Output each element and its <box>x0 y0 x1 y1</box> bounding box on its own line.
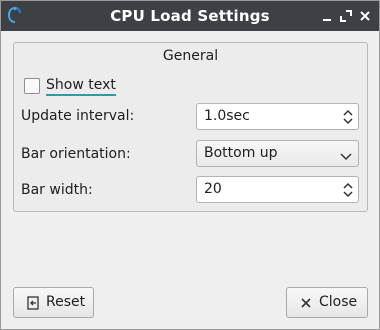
bar-orientation-label: Bar orientation: <box>21 146 131 162</box>
reset-button[interactable]: Reset <box>13 287 94 318</box>
settings-dialog: CPU Load Settings General Show text Upda… <box>0 0 380 330</box>
bar-width-value: 20 <box>204 181 222 197</box>
reset-button-label: Reset <box>46 294 86 310</box>
update-interval-spinbox[interactable]: 1.0sec <box>196 103 359 130</box>
reset-icon <box>26 296 40 310</box>
close-button-label: Close <box>319 294 358 310</box>
show-text-checkbox[interactable] <box>24 78 40 94</box>
chevron-down-icon <box>340 149 352 161</box>
bar-width-spinbox[interactable]: 20 <box>196 176 359 203</box>
group-title: General <box>162 48 219 64</box>
general-group: General Show text Update interval: 1.0se… <box>13 42 368 212</box>
maximize-icon[interactable] <box>339 9 353 23</box>
close-button[interactable]: Close <box>286 287 368 318</box>
minimize-icon[interactable] <box>320 9 334 23</box>
close-icon[interactable] <box>358 9 372 23</box>
title-bar[interactable]: CPU Load Settings <box>1 1 379 31</box>
show-text-label[interactable]: Show text <box>46 77 116 96</box>
spin-arrows-icon[interactable] <box>342 107 354 127</box>
spin-arrows-icon[interactable] <box>342 180 354 200</box>
bar-orientation-value: Bottom up <box>204 145 278 161</box>
update-interval-value: 1.0sec <box>204 108 250 124</box>
bar-orientation-select[interactable]: Bottom up <box>196 140 359 167</box>
close-x-icon <box>299 296 313 310</box>
update-interval-label: Update interval: <box>21 108 135 124</box>
bar-width-label: Bar width: <box>21 182 93 198</box>
